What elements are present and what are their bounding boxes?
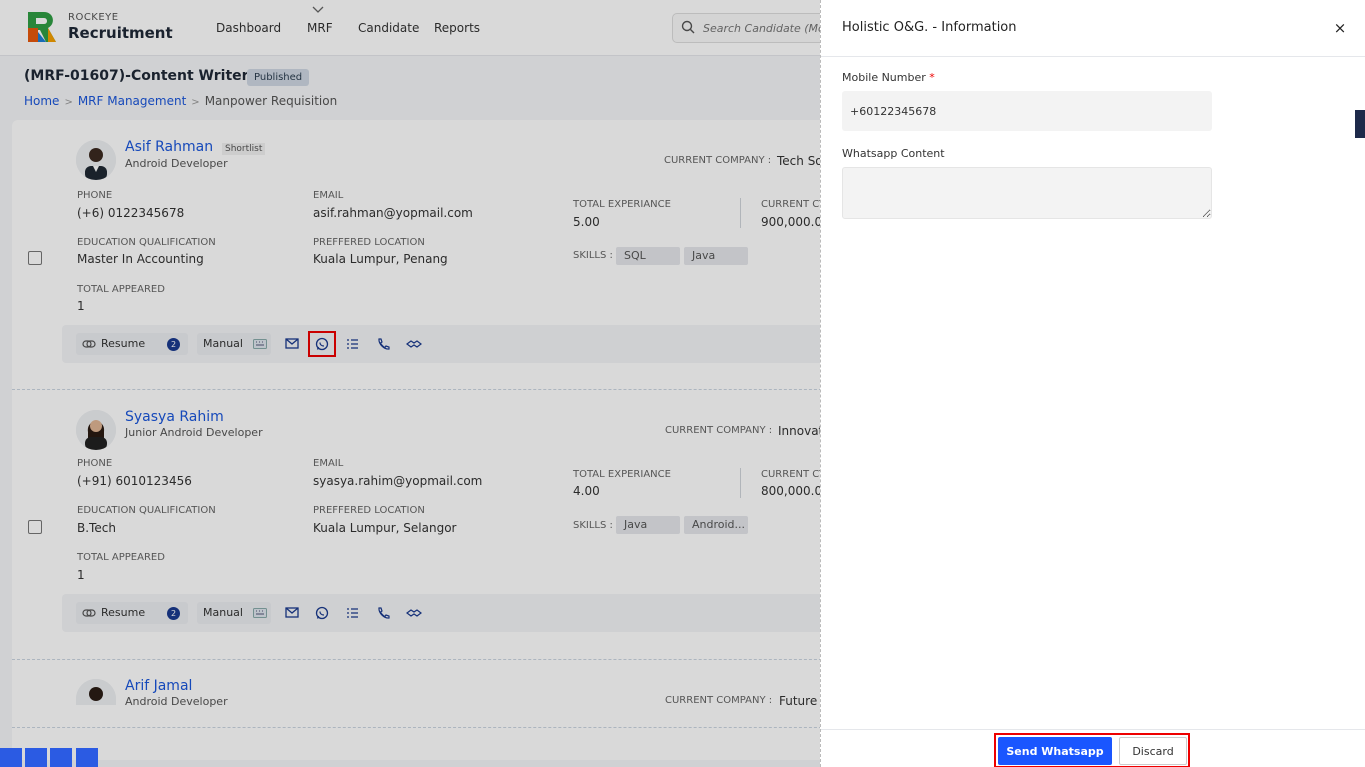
whatsapp-drawer: Holistic O&G. - Information × Mobile Num… <box>820 0 1365 767</box>
whatsapp-content-textarea[interactable] <box>842 167 1212 219</box>
fire-icon[interactable] <box>50 748 72 767</box>
footer-buttons-highlight: Send Whatsapp Discard <box>994 733 1190 767</box>
discard-button[interactable]: Discard <box>1119 737 1187 765</box>
mobile-number-input[interactable] <box>842 91 1212 131</box>
tools-icon[interactable] <box>25 748 47 767</box>
expand-icon[interactable] <box>76 748 98 767</box>
mobile-number-label-text: Mobile Number <box>842 71 926 84</box>
mobile-number-label: Mobile Number * <box>842 71 935 84</box>
side-feedback-tab[interactable] <box>1355 110 1365 138</box>
drawer-header: Holistic O&G. - Information × <box>821 0 1365 57</box>
required-mark: * <box>929 71 935 84</box>
close-icon[interactable]: × <box>1330 18 1350 38</box>
send-whatsapp-button[interactable]: Send Whatsapp <box>998 737 1112 765</box>
modal-backdrop[interactable] <box>0 0 820 767</box>
drawer-title: Holistic O&G. - Information <box>842 20 1017 35</box>
whatsapp-content-label: Whatsapp Content <box>842 147 945 160</box>
drawer-footer: Send Whatsapp Discard <box>821 729 1365 767</box>
bottom-toolbar <box>0 748 100 767</box>
recycle-icon[interactable] <box>0 748 22 767</box>
